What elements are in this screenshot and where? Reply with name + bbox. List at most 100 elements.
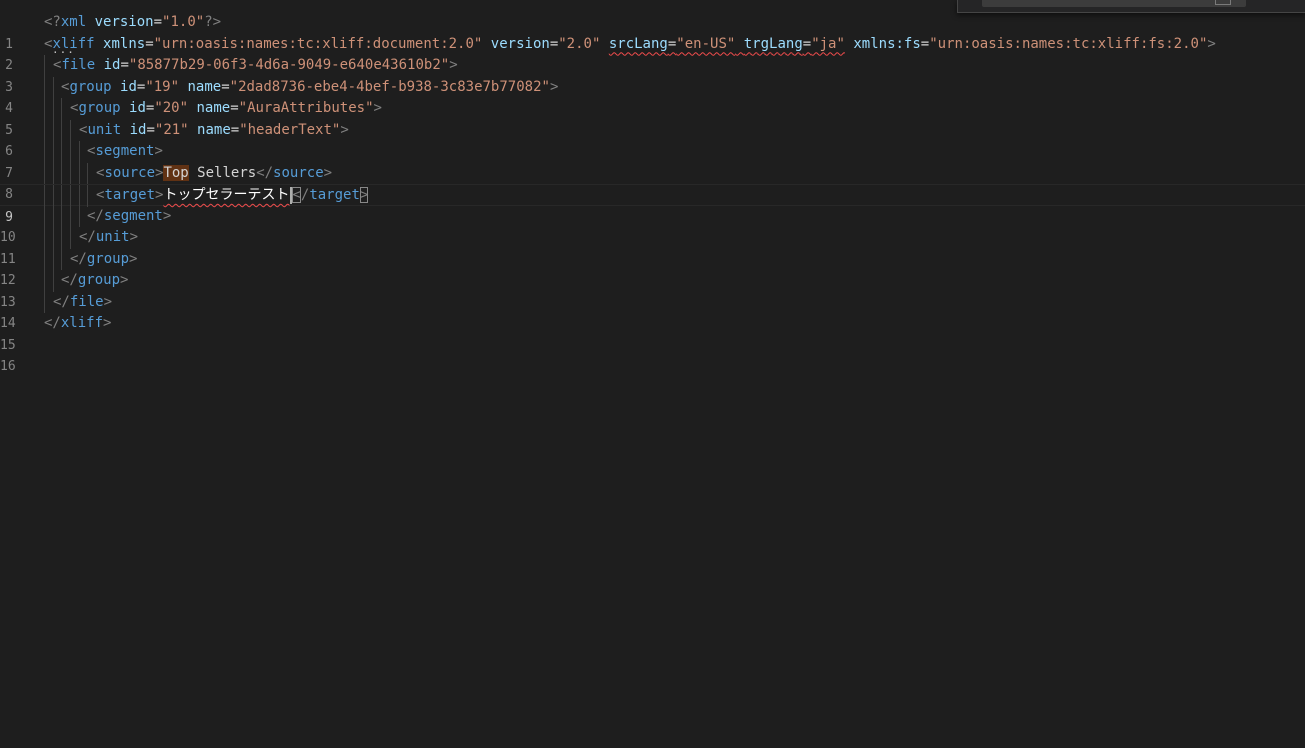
code-line[interactable]: 6 <unit id="21" name="headerText"> <box>0 119 1305 159</box>
attr-value: "AuraAttributes" <box>238 100 374 116</box>
indent-guide <box>79 205 80 227</box>
indent-guide <box>61 162 62 184</box>
code-content: <unit id="21" name="headerText"> <box>79 120 349 142</box>
attr-value: "urn:oasis:names:tc:xliff:document:2.0" <box>153 35 483 52</box>
error-squiggle[interactable]: srcLang="en-US" trgLang="ja" <box>609 36 845 52</box>
code-content: </xliff> <box>44 313 111 335</box>
tag-name: unit <box>95 229 130 245</box>
indent-guide <box>70 227 71 249</box>
code-content: </group> <box>70 249 137 271</box>
equals: = <box>120 57 129 73</box>
code-content: <group id="19" name="2dad8736-ebe4-4bef-… <box>61 77 558 99</box>
equals: = <box>549 35 559 52</box>
code-line[interactable]: 13 </group> <box>0 270 1305 310</box>
tag-name: segment <box>103 207 163 224</box>
indent-guide <box>44 248 45 270</box>
code-line[interactable]: 8 <source>Top Sellers</source> <box>0 162 1305 202</box>
punct: > <box>103 293 113 310</box>
punct: > <box>120 272 129 288</box>
punct: > <box>129 229 139 245</box>
equals: = <box>153 14 163 30</box>
code-line[interactable]: 16 <box>0 335 1305 374</box>
indent-guide <box>61 141 62 163</box>
tag-name: segment <box>95 143 155 159</box>
tag-name: group <box>86 250 130 267</box>
bracket-match: < <box>292 187 301 203</box>
indent-guide <box>53 248 54 270</box>
code-line[interactable]: 1 <?xml version="1.0"?> <box>0 12 1305 52</box>
code-content: <target>トップセラーテスト </target> <box>96 185 369 207</box>
punct: > <box>549 78 559 95</box>
code-line[interactable]: 12 </group> <box>0 248 1305 288</box>
attr-value: "1.0" <box>162 14 205 30</box>
punct: > <box>154 143 163 159</box>
punct: </ <box>256 164 274 181</box>
code-line[interactable]: 11 </unit> <box>0 227 1305 267</box>
decl-name: xml <box>60 14 87 30</box>
attr-value: "urn:oasis:names:tc:xliff:fs:2.0" <box>929 35 1208 52</box>
bracket-match: > <box>359 187 369 203</box>
equals: = <box>230 100 239 116</box>
indent-guide <box>44 185 45 207</box>
attr-name: srcLang <box>608 35 668 52</box>
indent-guide <box>70 162 71 184</box>
code-content: <file id="85877b29-06f3-4d6a-9049-e640e4… <box>53 55 458 77</box>
equals: = <box>145 35 154 52</box>
highlighted-word: Top <box>163 164 189 181</box>
indent-guide <box>44 205 45 227</box>
equals: = <box>146 121 155 138</box>
code-line[interactable]: 2 <xliff xmlns="urn:oasis:names:tc:xliff… <box>0 34 1305 74</box>
equals: = <box>802 35 812 52</box>
indent-guide <box>70 119 71 141</box>
code-line[interactable]: 10 </segment> <box>0 205 1305 245</box>
attr-value: "en-US" <box>676 35 736 52</box>
indent-guide <box>44 141 45 163</box>
tag-name: file <box>61 57 96 73</box>
indent-guide <box>44 162 45 184</box>
indent-guide <box>44 227 45 249</box>
punct: </ <box>70 250 87 267</box>
attr-value: "ja" <box>811 35 845 52</box>
code-line[interactable]: 5 <group id="20" name="AuraAttributes"> <box>0 98 1305 138</box>
punct: ?> <box>204 14 222 30</box>
attr-value: "2dad8736-ebe4-4bef-b938-3c83e7b77082" <box>229 78 550 95</box>
punct: </ <box>44 315 61 331</box>
code-content: <group id="20" name="AuraAttributes"> <box>70 98 382 120</box>
punct: <? <box>44 14 61 30</box>
attr-name: xmlns <box>103 35 146 52</box>
indent-guide <box>53 185 54 207</box>
match-case-icon[interactable] <box>1215 0 1231 5</box>
code-line[interactable]: 7 <segment> <box>0 141 1305 181</box>
find-input[interactable] <box>982 0 1246 7</box>
code-line[interactable]: 15 </xliff> <box>0 313 1305 353</box>
punct: > <box>340 121 349 138</box>
punct: > <box>449 57 458 73</box>
attr-value: "20" <box>154 100 189 116</box>
punct: </ <box>87 207 104 224</box>
error-squiggle-text[interactable]: トップセラーテスト <box>163 187 289 203</box>
code-line-active[interactable]: 9 <target>トップセラーテスト </target> <box>0 184 1305 225</box>
code-content: <source>Top Sellers</source> <box>96 163 332 185</box>
punct: </ <box>61 272 78 288</box>
punct: > <box>103 315 112 331</box>
tag-name: group <box>78 100 121 116</box>
code-line[interactable]: 14 </file> <box>0 291 1305 331</box>
tag-name: xliff <box>60 315 104 331</box>
code-line[interactable]: 4 <group id="19" name="2dad8736-ebe4-4be… <box>0 76 1305 116</box>
punct: > <box>162 207 172 224</box>
indent-guide <box>87 185 88 207</box>
indent-guide <box>70 141 71 163</box>
indent-guide <box>44 270 45 292</box>
code-content: </file> <box>53 292 112 314</box>
tag-name: target <box>309 187 360 203</box>
attr-name: id <box>103 57 121 73</box>
attr-name: version <box>490 35 550 52</box>
code-content: </segment> <box>87 206 171 228</box>
indent-guide <box>53 119 54 141</box>
code-line[interactable]: 3 <file id="85877b29-06f3-4d6a-9049-e640… <box>0 55 1305 95</box>
code-editor[interactable]: 1 <?xml version="1.0"?> 2 <xliff xmlns="… <box>0 0 1305 748</box>
indent-guide <box>87 162 88 184</box>
code-content: <segment> <box>87 141 163 163</box>
code-content: <?xml version="1.0"?> <box>44 12 221 34</box>
indent-guide <box>79 141 80 163</box>
